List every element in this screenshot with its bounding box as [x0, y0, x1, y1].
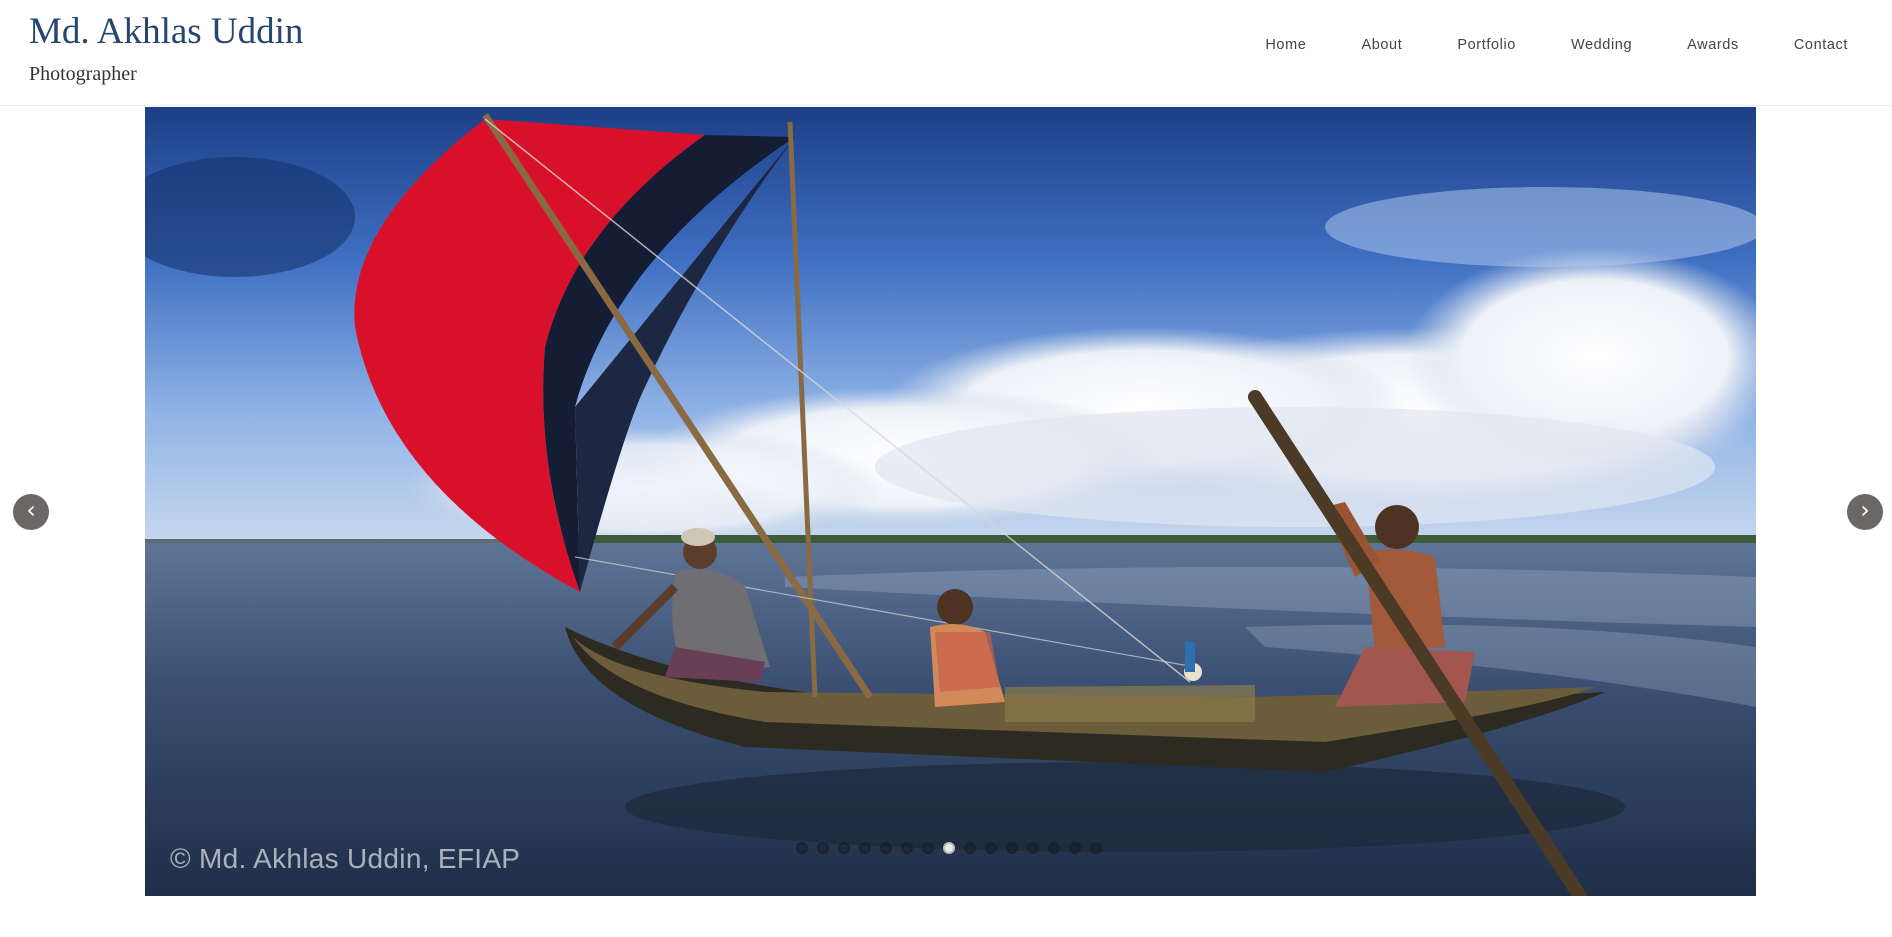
nav-awards[interactable]: Awards — [1687, 37, 1739, 53]
slider-next-button[interactable]: › — [1847, 494, 1883, 530]
slide-dot[interactable] — [1069, 842, 1081, 854]
main-nav: Home About Portfolio Wedding Awards Cont… — [1210, 37, 1848, 53]
slide-dot[interactable] — [796, 842, 808, 854]
site-header: Md. Akhlas Uddin Photographer Home About… — [0, 0, 1892, 106]
site-subtitle: Photographer — [29, 63, 137, 85]
slide-dot[interactable] — [964, 842, 976, 854]
slide-dot[interactable] — [943, 842, 955, 854]
nav-contact[interactable]: Contact — [1794, 37, 1848, 53]
slide-watermark: © Md. Akhlas Uddin, EFIAP — [170, 843, 521, 874]
slide-dot[interactable] — [1048, 842, 1060, 854]
site-title[interactable]: Md. Akhlas Uddin — [29, 10, 303, 53]
slide-dot[interactable] — [838, 842, 850, 854]
nav-home[interactable]: Home — [1265, 37, 1306, 53]
slide-dot[interactable] — [922, 842, 934, 854]
slide-dot[interactable] — [1090, 842, 1102, 854]
slide-dot[interactable] — [1006, 842, 1018, 854]
slide-dot[interactable] — [859, 842, 871, 854]
slide-dot[interactable] — [985, 842, 997, 854]
hero-slider[interactable]: © Md. Akhlas Uddin, EFIAP — [145, 107, 1756, 896]
nav-about[interactable]: About — [1361, 37, 1402, 53]
slide-dot[interactable] — [901, 842, 913, 854]
slide-dot[interactable] — [880, 842, 892, 854]
slider-prev-button[interactable]: ‹ — [13, 494, 49, 530]
nav-wedding[interactable]: Wedding — [1571, 37, 1632, 53]
slide-pagination — [796, 842, 1111, 854]
slide-photo — [145, 107, 1756, 896]
slide-dot[interactable] — [817, 842, 829, 854]
slide-dot[interactable] — [1027, 842, 1039, 854]
nav-portfolio[interactable]: Portfolio — [1457, 37, 1516, 53]
